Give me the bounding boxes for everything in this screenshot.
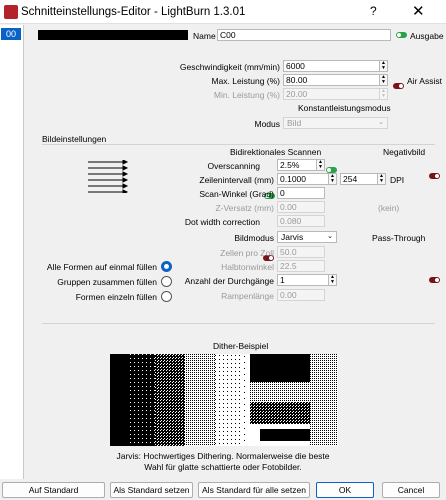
halftone-input[interactable]: 22.5 — [277, 260, 325, 272]
minpower-label: Min. Leistung (%) — [213, 90, 280, 100]
imagemode-label: Bildmodus — [234, 233, 274, 243]
imagemode-select[interactable]: Jarvis ⌄ — [277, 231, 337, 243]
lpi-input[interactable]: 50.0 — [277, 246, 325, 258]
radio-groups-label: Gruppen zusammen füllen — [57, 277, 157, 287]
speed-spinner[interactable]: ▲ ▼ — [380, 60, 388, 72]
interval-spinner[interactable]: ▲ ▼ — [329, 173, 337, 185]
dither-title: Dither-Beispiel — [213, 341, 269, 351]
name-input[interactable]: C00 — [217, 29, 391, 41]
interval-input[interactable]: 0.1000 — [277, 173, 329, 185]
title-bar: Schnitteinstellungs-Editor - LightBurn 1… — [0, 0, 446, 24]
close-button[interactable]: ✕ — [412, 2, 425, 20]
zoffset-note: (kein) — [378, 203, 400, 213]
set-default-all-button[interactable]: Als Standard für alle setzen — [198, 482, 310, 498]
minpower-input[interactable]: 20.00 — [283, 88, 380, 100]
radio-groups[interactable] — [161, 276, 172, 287]
layer-item-selected[interactable]: 00 — [1, 28, 21, 40]
airassist-toggle[interactable] — [393, 83, 404, 89]
lightburn-app-icon — [4, 5, 18, 19]
ramp-label: Rampenlänge — [221, 291, 274, 301]
output-label: Ausgabe — [410, 31, 444, 41]
passthrough-toggle[interactable] — [429, 277, 440, 283]
maxpower-spinner[interactable]: ▲ ▼ — [380, 74, 388, 86]
lpi-label: Zellen pro Zoll — [220, 248, 274, 258]
bidir-label: Bidirektionales Scannen — [230, 147, 322, 157]
cancel-button[interactable]: Cancel — [382, 482, 440, 498]
radio-all-label: Alle Formen auf einmal füllen — [46, 262, 157, 272]
dither-divider — [42, 323, 435, 324]
dither-preview-image — [110, 354, 338, 446]
halftone-label: Halbtonwinkel — [221, 262, 274, 272]
layer-list[interactable]: 00 — [0, 25, 24, 479]
chevron-down-icon: ⌄ — [378, 119, 384, 126]
passes-input[interactable]: 1 — [277, 274, 329, 286]
overscan-spinner[interactable]: ▲ ▼ — [317, 159, 325, 171]
radio-all-shapes[interactable] — [161, 261, 172, 272]
constpower-label: Konstantleistungsmodus — [298, 103, 391, 113]
overscan-label: Overscanning — [207, 161, 260, 171]
dpi-input[interactable]: 254 — [340, 173, 378, 185]
interval-label: Zeilenintervall (mm) — [199, 175, 274, 185]
passes-label: Anzahl der Durchgänge — [184, 276, 274, 286]
radio-single-label: Formen einzeln füllen — [75, 292, 157, 302]
dither-desc-line1: Jarvis: Hochwertiges Dithering. Normaler… — [116, 451, 330, 461]
airassist-label: Air Assist — [407, 76, 442, 86]
dither-desc-line2: Wahl für glatte schattierte oder Fotobil… — [144, 462, 302, 472]
mode-select[interactable]: Bild ⌄ — [283, 117, 388, 129]
help-button[interactable]: ? — [370, 4, 377, 18]
image-section-title: Bildeinstellungen — [42, 134, 107, 144]
output-toggle[interactable] — [396, 32, 407, 38]
negative-label: Negativbild — [383, 147, 426, 157]
minpower-spinner[interactable]: ▲ ▼ — [380, 88, 388, 100]
speed-input[interactable]: 6000 — [283, 60, 380, 72]
set-default-button[interactable]: Als Standard setzen — [110, 482, 193, 498]
passthrough-label: Pass-Through — [372, 233, 426, 243]
window-title: Schnitteinstellungs-Editor - LightBurn 1… — [21, 6, 246, 18]
maxpower-input[interactable]: 80.00 — [283, 74, 380, 86]
chevron-down-icon: ⌄ — [327, 233, 333, 240]
scan-direction-icon — [88, 160, 129, 193]
dpi-spinner[interactable]: ▲ ▼ — [378, 173, 386, 185]
radio-single-shapes[interactable] — [161, 291, 172, 302]
dotwidth-label: Dot width correction — [184, 217, 260, 227]
imagemode-value: Jarvis — [281, 232, 304, 242]
layer-color-swatch — [38, 30, 188, 40]
name-label: Name — [193, 31, 216, 41]
zoffset-label: Z-Versatz (mm) — [215, 203, 274, 213]
angle-input[interactable]: 0 — [277, 187, 325, 199]
speed-label: Geschwindigkeit (mm/min) — [179, 62, 280, 72]
maxpower-label: Max. Leistung (%) — [211, 76, 281, 86]
section-divider — [42, 144, 435, 145]
ok-button[interactable]: OK — [316, 482, 374, 498]
ramp-input[interactable]: 0.00 — [277, 289, 325, 301]
mode-value: Bild — [287, 118, 302, 128]
angle-label: Scan-Winkel (Grad) — [199, 189, 274, 199]
passes-spinner[interactable]: ▲ ▼ — [329, 274, 337, 286]
dpi-label: DPI — [390, 175, 405, 185]
mode-label: Modus — [254, 119, 280, 129]
zoffset-input[interactable]: 0.00 — [277, 201, 325, 213]
reset-default-button[interactable]: Auf Standard zurücksetzen — [2, 482, 105, 500]
overscan-input[interactable]: 2.5% — [277, 159, 317, 171]
dotwidth-input[interactable]: 0.080 — [277, 215, 325, 227]
negative-toggle[interactable] — [429, 173, 440, 179]
